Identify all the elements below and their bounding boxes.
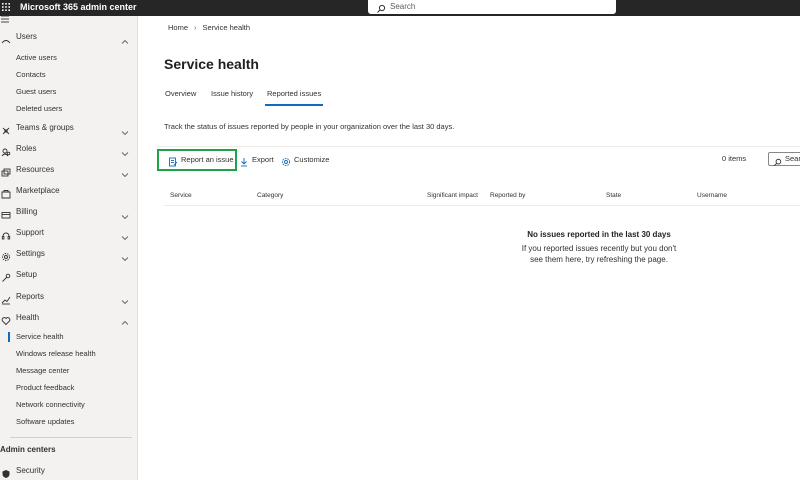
heart-icon xyxy=(1,313,11,326)
support-icon xyxy=(1,228,11,240)
nav-item-users[interactable]: Users xyxy=(0,31,138,49)
nav-sub-network-connectivity[interactable]: Network connectivity xyxy=(0,397,138,413)
report-document-icon xyxy=(168,154,178,167)
nav-item-resources[interactable]: Resources xyxy=(0,161,138,179)
chevron-up-icon xyxy=(121,33,129,44)
shield-icon xyxy=(1,466,11,478)
gear-icon xyxy=(1,249,11,261)
collapse-nav-icon[interactable] xyxy=(0,10,10,23)
teams-groups-icon xyxy=(1,123,11,135)
nav-item-reports[interactable]: Reports xyxy=(0,288,138,306)
tab-reported-issues[interactable]: Reported issues xyxy=(264,88,324,106)
resources-icon xyxy=(1,165,11,177)
user-icon xyxy=(1,32,11,44)
marketplace-icon xyxy=(1,186,11,199)
table-header: Service Category Significant impact Repo… xyxy=(164,186,800,206)
chevron-down-icon xyxy=(121,145,129,157)
main-content: Home › Service health Service health Overv… xyxy=(139,16,800,480)
nav-sub-service-health[interactable]: Service health xyxy=(0,329,138,345)
chevron-down-icon xyxy=(121,229,129,241)
table-search-input[interactable]: Search xyxy=(768,152,800,166)
page-title: Service health xyxy=(164,56,259,72)
table-search-placeholder: Search xyxy=(785,154,800,163)
billing-icon xyxy=(1,207,11,219)
nav-item-teams-groups[interactable]: Teams & groups xyxy=(0,119,138,137)
command-bar: Report an issue Export Customize 0 items… xyxy=(157,146,800,171)
nav-item-roles[interactable]: Roles xyxy=(0,140,138,158)
tab-overview[interactable]: Overview xyxy=(165,88,196,99)
nav-sub-deleted-users[interactable]: Deleted users xyxy=(0,101,138,117)
breadcrumb: Home › Service health xyxy=(168,23,250,33)
top-bar: Microsoft 365 admin center Search xyxy=(0,0,800,16)
nav-divider xyxy=(10,437,132,438)
admin-centers-heading: Admin centers xyxy=(0,445,56,454)
chevron-down-icon xyxy=(121,166,129,178)
nav-sub-product-feedback[interactable]: Product feedback xyxy=(0,380,138,396)
nav-sub-message-center[interactable]: Message center xyxy=(0,363,138,379)
nav-item-settings[interactable]: Settings xyxy=(0,245,138,263)
items-count: 0 items xyxy=(722,154,747,163)
nav-item-support[interactable]: Support xyxy=(0,224,138,242)
nav-item-health[interactable]: Health xyxy=(0,309,138,327)
chevron-up-icon xyxy=(121,314,129,325)
nav-item-setup[interactable]: Setup xyxy=(0,266,138,284)
nav-sub-contacts[interactable]: Contacts xyxy=(0,67,138,83)
empty-state-title: No issues reported in the last 30 days xyxy=(527,230,671,239)
chart-icon xyxy=(1,292,11,305)
chevron-down-icon xyxy=(121,293,129,305)
global-search-placeholder: Search xyxy=(390,2,416,11)
roles-icon xyxy=(1,144,11,157)
global-search-box[interactable]: Search xyxy=(368,0,616,14)
download-icon xyxy=(239,154,249,167)
nav-item-marketplace[interactable]: Marketplace xyxy=(0,182,138,200)
active-indicator xyxy=(8,332,10,342)
chevron-down-icon xyxy=(121,250,129,262)
empty-state-message: If you reported issues recently but you … xyxy=(521,244,677,264)
nav-label: Users xyxy=(16,32,37,41)
column-state[interactable]: State xyxy=(606,191,621,200)
left-navigation: Users Active users Contacts Guest users … xyxy=(0,15,138,480)
search-icon xyxy=(773,154,782,166)
breadcrumb-current: Service health xyxy=(202,23,251,32)
search-icon xyxy=(376,1,386,13)
page-description: Track the status of issues reported by p… xyxy=(164,122,455,131)
empty-state: No issues reported in the last 30 days I… xyxy=(474,229,724,265)
column-category[interactable]: Category xyxy=(257,191,283,200)
app-title[interactable]: Microsoft 365 admin center xyxy=(20,1,137,13)
wrench-icon xyxy=(1,270,11,282)
breadcrumb-home[interactable]: Home xyxy=(168,23,188,32)
gear-icon xyxy=(281,154,291,167)
column-service[interactable]: Service xyxy=(170,191,192,200)
nav-item-billing[interactable]: Billing xyxy=(0,203,138,221)
chevron-down-icon xyxy=(121,124,129,136)
chevron-down-icon xyxy=(121,208,129,220)
nav-sub-software-updates[interactable]: Software updates xyxy=(0,414,138,430)
nav-sub-windows-release-health[interactable]: Windows release health xyxy=(0,346,138,362)
column-significant-impact[interactable]: Significant impact xyxy=(427,191,478,200)
column-reported-by[interactable]: Reported by xyxy=(490,191,525,200)
chevron-right-icon: › xyxy=(194,23,197,32)
column-username[interactable]: Username xyxy=(697,191,727,200)
tab-issue-history[interactable]: Issue history xyxy=(211,88,253,99)
nav-sub-guest-users[interactable]: Guest users xyxy=(0,84,138,100)
nav-item-security[interactable]: Security xyxy=(0,462,138,480)
nav-sub-active-users[interactable]: Active users xyxy=(0,50,138,66)
